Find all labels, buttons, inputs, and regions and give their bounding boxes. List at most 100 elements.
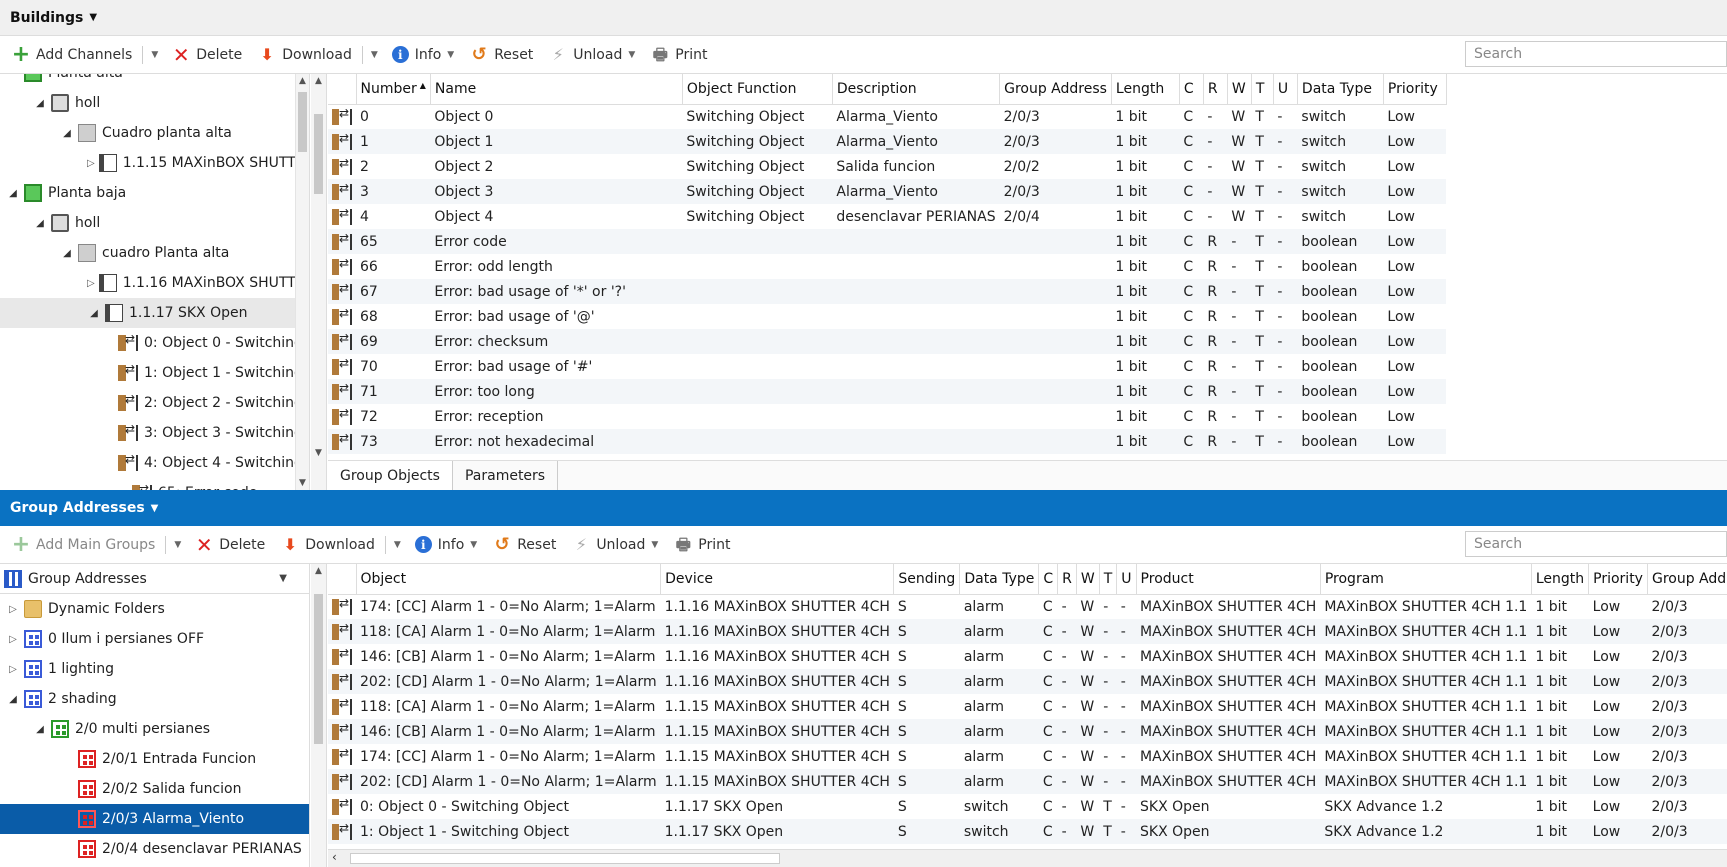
tree-item[interactable]: ◢ holl	[0, 208, 309, 238]
table-row[interactable]: 118: [CA] Alarm 1 - 0=No Alarm; 1=Alarm1…	[328, 694, 1727, 719]
column-header[interactable]: Name	[430, 74, 683, 105]
column-header[interactable]: Product	[1136, 564, 1321, 595]
column-header[interactable]: Priority	[1383, 74, 1447, 105]
add-main-groups-button[interactable]: + Add Main Groups	[4, 531, 163, 559]
expanded-triangle-icon[interactable]: ◢	[33, 98, 47, 109]
info-button[interactable]: i Info ▼	[407, 531, 485, 559]
column-header[interactable]: Description	[832, 74, 1001, 105]
tree-item[interactable]: ▷ 1.1.15 MAXinBOX SHUTTER 4CH	[0, 148, 309, 178]
column-header[interactable]: Data Type	[959, 564, 1040, 595]
table-row[interactable]: 67Error: bad usage of '*' or '?'1 bitCR-…	[328, 279, 1447, 304]
tab-group-objects[interactable]: Group Objects	[328, 461, 453, 491]
column-header[interactable]: W	[1076, 564, 1100, 595]
table-row[interactable]: 69Error: checksum1 bitCR-T-booleanLow	[328, 329, 1447, 354]
column-header-icon[interactable]	[328, 564, 357, 595]
column-header[interactable]: Object	[356, 564, 662, 595]
tree-item[interactable]: ▷ Dynamic Folders	[0, 594, 309, 624]
tree-item[interactable]: 65: Error code	[0, 478, 309, 490]
tree-item[interactable]: 2/0/2 Salida funcion	[0, 774, 309, 804]
table-row[interactable]: 70Error: bad usage of '#'1 bitCR-T-boole…	[328, 354, 1446, 379]
tree-item[interactable]: 2/0/4 desenclavar PERIANAS	[0, 834, 309, 864]
tree-item[interactable]: Planta alta	[0, 74, 309, 88]
tree-item[interactable]: 2/0/1 Entrada Funcion	[0, 744, 309, 774]
tree-item[interactable]: 1: Object 1 - Switching Object	[0, 358, 309, 388]
grid-vertical-scrollbar[interactable]: ▲	[311, 564, 327, 867]
tree-item[interactable]: ◢ 1.1.17 SKX Open	[0, 298, 309, 328]
chevron-down-icon[interactable]: ▼	[279, 573, 287, 584]
column-header[interactable]: T	[1251, 74, 1274, 105]
tree-item[interactable]: 2/0/3 Alarma_Viento	[0, 804, 309, 834]
column-header[interactable]: Group Address	[999, 74, 1112, 105]
tree-item[interactable]: 4: Object 4 - Switching Object	[0, 448, 309, 478]
table-row[interactable]: 202: [CD] Alarm 1 - 0=No Alarm; 1=Alarm1…	[328, 669, 1727, 694]
group-addresses-panel-header[interactable]: Group Addresses ▼	[0, 490, 1727, 526]
column-header[interactable]: U	[1116, 564, 1137, 595]
table-row[interactable]: 118: [CA] Alarm 1 - 0=No Alarm; 1=Alarm1…	[328, 619, 1727, 644]
scroll-down-icon[interactable]: ▼	[296, 476, 309, 490]
table-row[interactable]: 2 Object 2 Switching Object Salida funcion 2…	[328, 154, 1446, 179]
column-header[interactable]: R	[1203, 74, 1228, 105]
table-row[interactable]: 0 Object 0 Switching Object Alarma_Viento 2/…	[328, 104, 1446, 129]
column-header[interactable]: R	[1057, 564, 1077, 595]
expanded-triangle-icon[interactable]: ◢	[87, 308, 101, 319]
add-channels-dropdown-icon[interactable]: ▼	[145, 50, 164, 60]
scroll-up-icon[interactable]: ▲	[311, 74, 326, 88]
table-row[interactable]: 71Error: too long1 bitCR-T-booleanLow	[328, 379, 1447, 404]
column-header[interactable]: W	[1227, 74, 1252, 105]
reset-button[interactable]: ↺ Reset	[462, 41, 541, 69]
unload-button[interactable]: ⚡ Unload ▼	[541, 41, 643, 69]
table-row[interactable]: 146: [CB] Alarm 1 - 0=No Alarm; 1=Alarm1…	[328, 719, 1727, 744]
table-row[interactable]: 72Error: reception1 bitCR-T-booleanLow	[328, 404, 1446, 429]
scrollbar-thumb[interactable]	[350, 853, 780, 864]
column-header[interactable]: Device	[660, 564, 895, 595]
tree-item[interactable]: ▷ 1.1.16 MAXinBOX SHUTTER 4CH	[0, 268, 309, 298]
collapsed-triangle-icon[interactable]: ▷	[6, 604, 20, 615]
scroll-down-icon[interactable]: ▼	[311, 446, 326, 460]
collapsed-triangle-icon[interactable]: ▷	[87, 158, 95, 169]
expanded-triangle-icon[interactable]: ◢	[33, 218, 47, 229]
print-button[interactable]: 🖶 Print	[643, 41, 715, 69]
add-main-groups-dropdown-icon[interactable]: ▼	[168, 540, 187, 550]
tree-scrollbar[interactable]: ▲ ▼	[295, 74, 309, 490]
table-row[interactable]: 65Error code1 bitCR-T-booleanLow	[328, 229, 1447, 254]
scrollbar-thumb[interactable]	[314, 594, 323, 744]
column-header[interactable]: Priority	[1588, 564, 1648, 595]
tree-item[interactable]: 0: Object 0 - Switching Object	[0, 328, 309, 358]
table-row[interactable]: 174: [CC] Alarm 1 - 0=No Alarm; 1=Alarm 1…	[328, 594, 1727, 619]
column-header[interactable]: Length	[1531, 564, 1590, 595]
table-row[interactable]: 1Object 1Switching ObjectAlarma_Viento2/…	[328, 129, 1447, 154]
table-row[interactable]: 202: [CD] Alarm 1 - 0=No Alarm; 1=Alarm1…	[328, 769, 1727, 794]
tree-item[interactable]: ◢ Cuadro planta alta	[0, 118, 309, 148]
tree-item[interactable]: ◢ cuadro Planta alta	[0, 238, 309, 268]
expanded-triangle-icon[interactable]: ◢	[33, 724, 47, 735]
reset-button[interactable]: ↺ Reset	[485, 531, 564, 559]
expanded-triangle-icon[interactable]: ◢	[60, 248, 74, 259]
download-button[interactable]: ⬇ Download	[250, 41, 360, 69]
table-row[interactable]: 66Error: odd length1 bitCR-T-booleanLow	[328, 254, 1446, 279]
column-header[interactable]: Length	[1111, 74, 1180, 105]
column-header-icon[interactable]	[328, 74, 357, 105]
collapsed-triangle-icon[interactable]: ▷	[6, 664, 20, 675]
table-row[interactable]: 146: [CB] Alarm 1 - 0=No Alarm; 1=Alarm1…	[328, 644, 1727, 669]
tree-item[interactable]: ◢ Planta baja	[0, 178, 309, 208]
unload-button[interactable]: ⚡ Unload ▼	[564, 531, 666, 559]
column-header[interactable]: T	[1099, 564, 1118, 595]
scroll-up-icon[interactable]: ▲	[311, 564, 326, 578]
tab-parameters[interactable]: Parameters	[453, 461, 559, 491]
collapsed-triangle-icon[interactable]: ▷	[87, 278, 95, 289]
table-row[interactable]: 0: Object 0 - Switching Object 1.1.17 SKX…	[328, 794, 1727, 819]
tree-item[interactable]: ▷ 1 lighting	[0, 654, 309, 684]
table-row[interactable]: 3Object 3Switching ObjectAlarma_Viento2/…	[328, 179, 1447, 204]
table-row[interactable]: 68Error: bad usage of '@'1 bitCR-T-boole…	[328, 304, 1446, 329]
buildings-search-input[interactable]	[1465, 41, 1727, 67]
tree-header[interactable]: Group Addresses ▼	[0, 564, 309, 594]
info-button[interactable]: i Info ▼	[384, 41, 462, 69]
buildings-panel-header[interactable]: Buildings ▼	[0, 0, 1727, 36]
column-header[interactable]: Program	[1320, 564, 1532, 595]
delete-button[interactable]: ✕ Delete	[187, 531, 273, 559]
download-dropdown-icon[interactable]: ▼	[388, 540, 407, 550]
scrollbar-thumb[interactable]	[298, 92, 307, 152]
horizontal-scrollbar[interactable]: ‹	[328, 849, 1727, 867]
column-header[interactable]: Object Function	[682, 74, 833, 105]
tree-item[interactable]: ◢ 2 shading	[0, 684, 309, 714]
